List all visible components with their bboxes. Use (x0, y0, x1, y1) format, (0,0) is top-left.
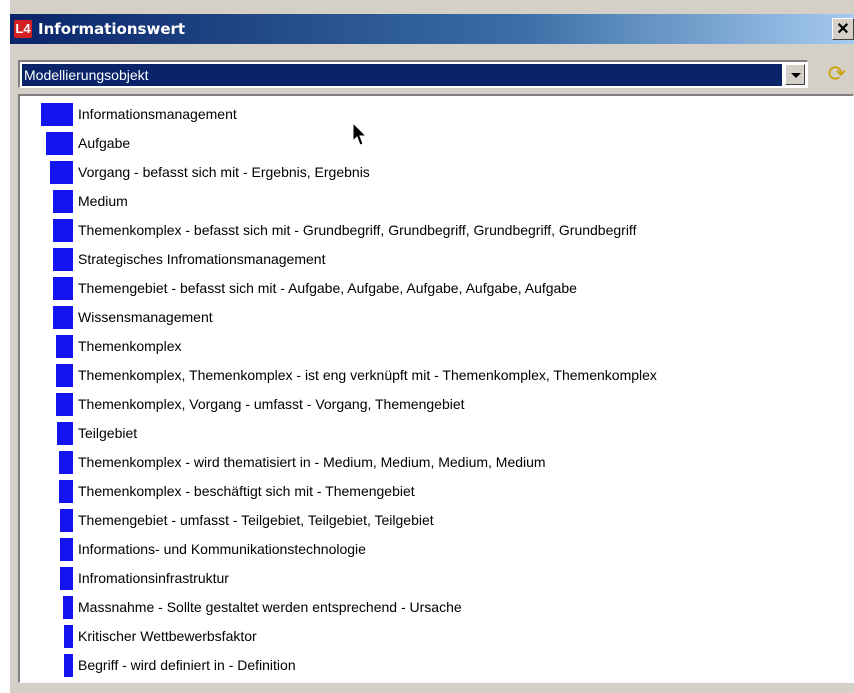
weight-bar (50, 161, 73, 184)
list-item[interactable]: Teilgebiet (20, 419, 850, 448)
list-item-label: Themenkomplex, Themenkomplex - ist eng v… (78, 367, 657, 383)
chevron-down-icon[interactable] (785, 64, 805, 85)
list-item[interactable]: Aufgabe (20, 129, 850, 158)
list-item-label: Themengebiet - befasst sich mit - Aufgab… (78, 280, 577, 296)
list-item-label: Themengebiet - umfasst - Teilgebiet, Tei… (78, 512, 434, 528)
weight-bar (60, 538, 73, 561)
list-item[interactable]: Themenkomplex - wird thematisiert in - M… (20, 448, 850, 477)
list-item-label: Themenkomplex - befasst sich mit - Grund… (78, 222, 637, 238)
window-title: Informationswert (38, 20, 186, 38)
object-type-dropdown[interactable]: Modellierungsobjekt (18, 60, 808, 88)
weight-bar (57, 422, 73, 445)
refresh-icon[interactable]: ⟳ (824, 62, 850, 86)
weight-bar (60, 509, 73, 532)
list-item[interactable]: Kritischer Wettbewerbsfaktor (20, 622, 850, 651)
close-button[interactable]: ✕ (832, 18, 854, 40)
list-item-label: Strategisches Infromationsmanagement (78, 251, 326, 267)
list-item[interactable]: Themenkomplex - beschäftigt sich mit - T… (20, 477, 850, 506)
list-item-label: Aufgabe (78, 135, 131, 151)
list-item-label: Themenkomplex, Vorgang - umfasst - Vorga… (78, 396, 465, 412)
list-item-label: Infromationsinfrastruktur (78, 570, 229, 586)
mouse-cursor-icon (352, 122, 368, 146)
list-item[interactable]: Themenkomplex, Vorgang - umfasst - Vorga… (20, 390, 850, 419)
list-item[interactable]: Begriff - wird definiert in - Definition (20, 651, 850, 680)
list-item-label: Kritischer Wettbewerbsfaktor (78, 628, 257, 644)
weight-bar (56, 393, 73, 416)
list-item[interactable]: Infromationsinfrastruktur (20, 564, 850, 593)
weight-bar (53, 277, 73, 300)
weight-bar (60, 567, 73, 590)
list-item[interactable]: Massnahme - Sollte gestaltet werden ents… (20, 593, 850, 622)
weight-bar (56, 335, 73, 358)
list-item-label: Massnahme - Sollte gestaltet werden ents… (78, 599, 462, 615)
list-item-label: Themenkomplex - beschäftigt sich mit - T… (78, 483, 415, 499)
weight-bar (53, 219, 73, 242)
list-item[interactable]: Themengebiet - umfasst - Teilgebiet, Tei… (20, 506, 850, 535)
list-item-label: Begriff - wird definiert in - Definition (78, 657, 296, 673)
information-value-list[interactable]: Informationsmanagement Aufgabe Vorgang - b… (18, 94, 854, 683)
list-item-label: Themenkomplex (78, 338, 182, 354)
list-item-label: Themenkomplex - wird thematisiert in - M… (78, 454, 546, 470)
weight-bar (64, 625, 73, 648)
weight-bar (59, 480, 73, 503)
list-item-label: Vorgang - befasst sich mit - Ergebnis, E… (78, 164, 370, 180)
weight-bar (59, 451, 73, 474)
selector-row: Modellierungsobjekt ⟳ (18, 60, 854, 88)
list-item[interactable]: Medium (20, 187, 850, 216)
weight-bar (53, 190, 73, 213)
list-item[interactable]: Strategisches Infromationsmanagement (20, 245, 850, 274)
list-item[interactable]: Themenkomplex - befasst sich mit - Grund… (20, 216, 850, 245)
list-item-label: Informations- und Kommunikationstechnolo… (78, 541, 366, 557)
weight-bar (53, 248, 73, 271)
weight-bar (64, 654, 73, 677)
list-item[interactable]: Informationsmanagement (20, 100, 850, 129)
weight-bar (41, 103, 73, 126)
informationswert-window: L4 Informationswert ✕ Modellierungsobjek… (0, 0, 854, 693)
app-logo-icon: L4 (14, 20, 32, 38)
list-item[interactable]: Informations- und Kommunikationstechnolo… (20, 535, 850, 564)
list-item[interactable]: Themenkomplex, Themenkomplex - ist eng v… (20, 361, 850, 390)
list-item[interactable]: Themenkomplex (20, 332, 850, 361)
list-item[interactable]: Vorgang - befasst sich mit - Ergebnis, E… (20, 158, 850, 187)
list-item-label: Medium (78, 193, 128, 209)
dropdown-selected-value: Modellierungsobjekt (22, 64, 782, 86)
weight-bar (56, 364, 73, 387)
weight-bar (63, 596, 73, 619)
weight-bar (46, 132, 73, 155)
list-item-label: Informationsmanagement (78, 106, 237, 122)
list-item[interactable]: Themengebiet - befasst sich mit - Aufgab… (20, 274, 850, 303)
title-bar[interactable]: L4 Informationswert ✕ (10, 14, 854, 44)
weight-bar (53, 306, 73, 329)
list-item-label: Wissensmanagement (78, 309, 213, 325)
list-item[interactable]: Wissensmanagement (20, 303, 850, 332)
list-item-label: Teilgebiet (78, 425, 138, 441)
